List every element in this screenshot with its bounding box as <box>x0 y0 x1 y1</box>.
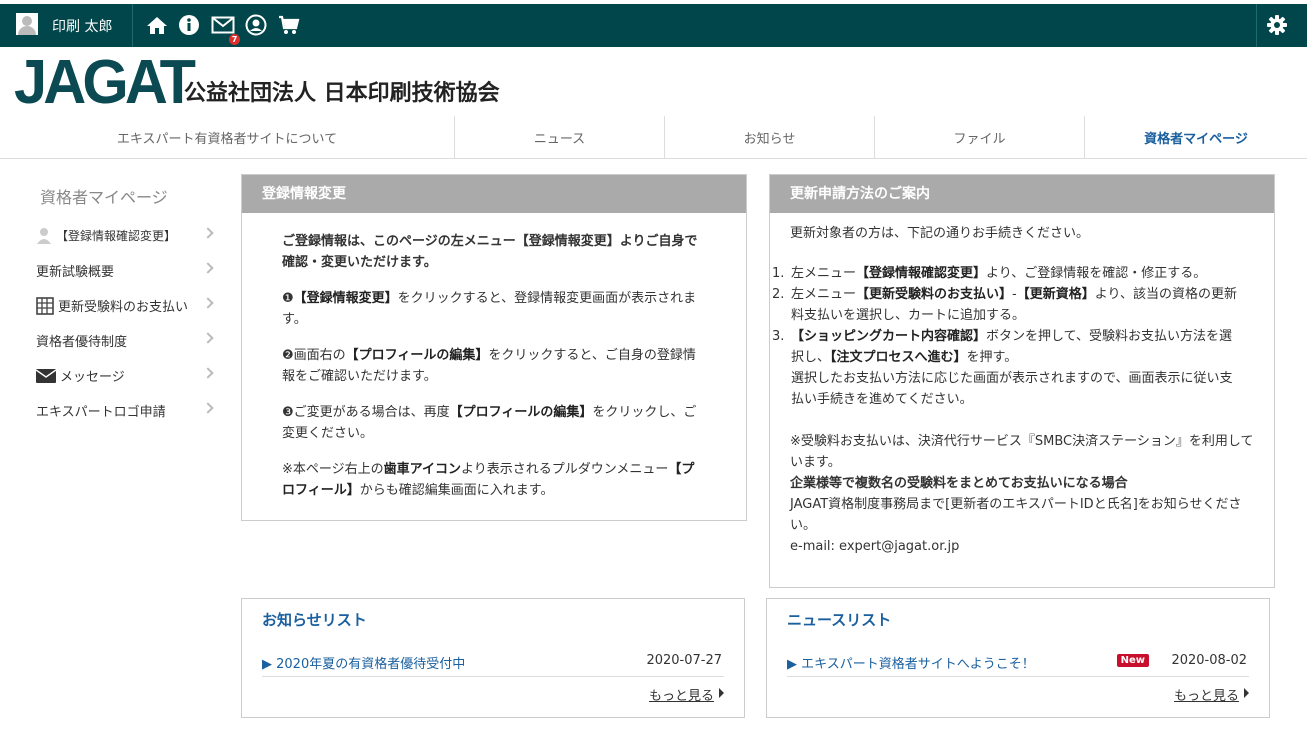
mail-icon[interactable] <box>211 14 235 36</box>
mail-count-badge: 7 <box>229 34 240 45</box>
cart-icon[interactable] <box>278 14 300 36</box>
renewal-guide-panel: 更新申請方法のご案内 更新対象者の方は、下記の通りお手続きください。 1. 左メ… <box>769 174 1275 588</box>
caret-right-icon <box>1244 688 1249 698</box>
nav-notices[interactable]: お知らせ <box>665 116 875 158</box>
list-item: ▶ 2020年夏の有資格者優待受付中 2020-07-27 <box>262 651 724 677</box>
topbar-divider-right <box>1256 4 1257 47</box>
notice-list-panel: お知らせリスト ▶ 2020年夏の有資格者優待受付中 2020-07-27 もっ… <box>241 598 745 718</box>
envelope-icon <box>36 368 56 384</box>
user-icon <box>36 227 52 245</box>
chevron-right-icon <box>202 367 214 379</box>
sidebar-title: 資格者マイページ <box>40 188 168 207</box>
chevron-right-icon <box>202 262 214 274</box>
renewal-corporate-description: JAGAT資格制度事務局まで[更新者のエキスパートIDと氏名]をお知らせください… <box>790 497 1242 533</box>
sidebar-item-registration[interactable]: 【登録情報確認変更】 <box>36 218 216 253</box>
sidebar-item-label: メッセージ <box>60 370 125 385</box>
jagat-logo[interactable]: JAGAT <box>14 50 196 116</box>
notice-list-title: お知らせリスト <box>262 611 367 629</box>
nav-news[interactable]: ニュース <box>455 116 665 158</box>
avatar-body <box>18 26 36 35</box>
sidebar-item-payment[interactable]: 更新受験料のお支払い <box>36 288 216 323</box>
sidebar: 【登録情報確認変更】 更新試験概要 更新受験料のお支払い 資格者優待制度 メッセ… <box>36 218 216 428</box>
username[interactable]: 印刷 太郎 <box>52 16 112 36</box>
news-list-panel: ニュースリスト ▶ エキスパート資格者サイトへようこそ！ New 2020-08… <box>766 598 1270 718</box>
renewal-corporate-heading: 企業様等で複数名の受験料をまとめてお支払いになる場合 <box>790 476 1128 491</box>
info-icon[interactable] <box>178 14 200 36</box>
renewal-intro: 更新対象者の方は、下記の通りお手続きください。 <box>790 226 1090 241</box>
sidebar-item-benefits[interactable]: 資格者優待制度 <box>36 323 216 358</box>
renewal-step-2: 2. 左メニュー【更新受験料のお支払い】-【更新資格】より、該当の資格の更新料支… <box>772 287 1237 323</box>
nav-files[interactable]: ファイル <box>875 116 1085 158</box>
sidebar-item-label: 更新試験概要 <box>36 265 115 280</box>
main-nav: エキスパート有資格者サイトについて ニュース お知らせ ファイル 資格者マイペー… <box>0 116 1307 159</box>
nav-about[interactable]: エキスパート有資格者サイトについて <box>0 116 455 158</box>
registration-panel: 登録情報変更 ご登録情報は、このページの左メニュー【登録情報変更】よりご自身で確… <box>241 174 747 521</box>
news-more-link[interactable]: もっと見る <box>1174 685 1239 704</box>
chevron-right-icon <box>202 297 214 309</box>
registration-note: ※本ページ右上の歯車アイコンより表示されるプルダウンメニュー【プロフィール】から… <box>282 462 695 498</box>
renewal-step-1: 1. 左メニュー【登録情報確認変更】より、ご登録情報を確認・修正する。 <box>772 266 1207 281</box>
new-badge: New <box>1116 654 1149 667</box>
registration-step-1: ❶【登録情報変更】をクリックすると、登録情報変更画面が表示されます。 <box>282 291 697 327</box>
notice-item-link[interactable]: ▶ 2020年夏の有資格者優待受付中 <box>262 653 465 672</box>
sidebar-item-label: 資格者優待制度 <box>36 335 128 350</box>
caret-right-icon <box>719 688 724 698</box>
sidebar-item-label: 更新受験料のお支払い <box>58 300 189 315</box>
gear-icon[interactable] <box>1266 14 1288 36</box>
calculator-icon <box>36 296 54 315</box>
sidebar-item-messages[interactable]: メッセージ <box>36 358 216 393</box>
news-item-link[interactable]: ▶ エキスパート資格者サイトへようこそ！ <box>787 653 1035 672</box>
sidebar-item-logo-application[interactable]: エキスパートロゴ申請 <box>36 393 216 428</box>
user-circle-icon[interactable] <box>245 14 267 36</box>
user-avatar[interactable] <box>16 13 38 35</box>
registration-step-3: ❸ご変更がある場合は、再度【プロフィールの編集】をクリックし、ご変更ください。 <box>282 405 697 441</box>
notice-item-date: 2020-07-27 <box>646 653 722 668</box>
renewal-payment-note: ※受験料お支払いは、決済代行サービス『SMBC決済ステーション』を利用しています… <box>790 434 1254 470</box>
chevron-right-icon <box>202 332 214 344</box>
renewal-email[interactable]: e-mail: expert@jagat.or.jp <box>790 536 1260 557</box>
top-bar: 印刷 太郎 7 <box>0 4 1307 47</box>
panel-title: 登録情報変更 <box>242 175 746 213</box>
list-item: ▶ エキスパート資格者サイトへようこそ！ New 2020-08-02 <box>787 651 1249 677</box>
renewal-step-3: 3. 【ショッピングカート内容確認】ボタンを押して、受験料お支払い方法を選択し、… <box>772 329 1233 407</box>
nav-mypage[interactable]: 資格者マイページ <box>1085 116 1307 158</box>
chevron-right-icon <box>202 402 214 414</box>
avatar-head <box>22 16 32 26</box>
sidebar-item-label: エキスパートロゴ申請 <box>36 405 166 420</box>
news-item-date: 2020-08-02 <box>1171 653 1247 668</box>
registration-step-2: ❷画面右の【プロフィールの編集】をクリックすると、ご自身の登録情報をご確認いただ… <box>282 348 696 384</box>
organization-name: 公益社団法人 日本印刷技術協会 <box>184 81 500 106</box>
sidebar-item-label: 【登録情報確認変更】 <box>56 229 177 243</box>
panel-title: 更新申請方法のご案内 <box>770 175 1274 213</box>
home-icon[interactable] <box>146 14 168 36</box>
chevron-right-icon <box>202 227 214 239</box>
sidebar-item-renewal-exam[interactable]: 更新試験概要 <box>36 253 216 288</box>
registration-intro: ご登録情報は、このページの左メニュー【登録情報変更】よりご自身で確認・変更いただ… <box>282 234 698 270</box>
topbar-divider <box>132 4 133 47</box>
notice-more-link[interactable]: もっと見る <box>649 685 714 704</box>
news-list-title: ニュースリスト <box>787 611 892 629</box>
